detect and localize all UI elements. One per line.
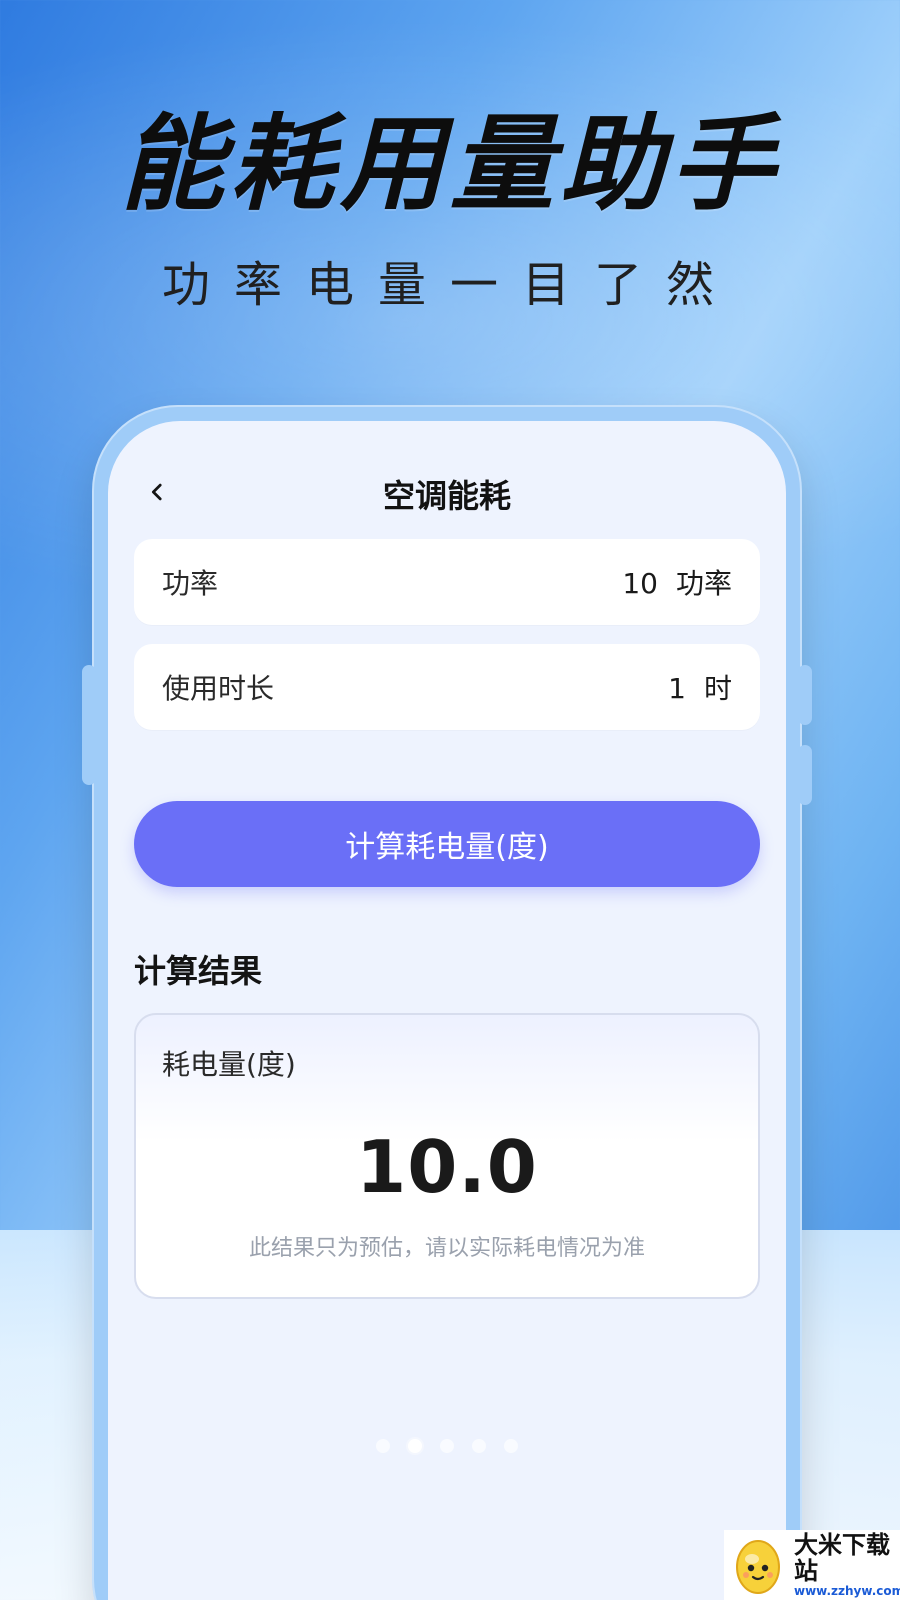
result-label: 耗电量(度) — [162, 1048, 296, 1081]
phone-screen: 空调能耗 功率 10 功率 使用时长 1时 计算耗电量(度) 计算结果 耗电量(度… — [108, 421, 786, 1600]
page-dot — [376, 1439, 390, 1453]
watermark-text: 大米下载站 www.zzhyw.com — [794, 1532, 900, 1598]
calculate-button[interactable]: 计算耗电量(度) — [134, 801, 760, 887]
duration-field-unit: 时 — [703, 672, 732, 705]
watermark-url: www.zzhyw.com — [794, 1583, 900, 1598]
site-watermark: 大米下载站 www.zzhyw.com — [724, 1530, 900, 1600]
page-title: 空调能耗 — [382, 477, 511, 515]
power-field-value[interactable]: 10 — [622, 567, 658, 600]
phone-side-button-right-bottom — [798, 745, 812, 805]
page-dot — [440, 1439, 454, 1453]
power-field-value-wrap: 10 功率 — [622, 562, 732, 602]
power-field-label: 功率 — [162, 567, 219, 600]
result-note: 此结果只为预估，请以实际耗电情况为准 — [248, 1236, 645, 1261]
page-dot — [472, 1439, 486, 1453]
result-value: 10.0 — [356, 1125, 538, 1209]
phone-mockup: 空调能耗 功率 10 功率 使用时长 1时 计算耗电量(度) 计算结果 耗电量(度… — [82, 405, 812, 1600]
top-nav: 空调能耗 — [108, 461, 786, 521]
page-dot — [504, 1439, 518, 1453]
duration-field-label: 使用时长 — [162, 672, 275, 705]
watermark-title: 大米下载站 — [794, 1531, 890, 1586]
hero-subtitle: 功率电量一目了然 — [161, 257, 738, 314]
power-field-unit: 功率 — [675, 567, 732, 600]
phone-side-button-right-top — [798, 665, 812, 725]
page-dot-active — [408, 1439, 422, 1453]
result-section-title: 计算结果 — [134, 952, 263, 990]
phone-side-button-left — [82, 665, 96, 785]
duration-field[interactable]: 使用时长 1时 — [134, 644, 760, 730]
egg-mascot-icon — [736, 1540, 780, 1594]
hero-title: 能耗用量助手 — [119, 103, 780, 225]
hero-banner: 能耗用量助手 功率电量一目了然 — [0, 103, 900, 315]
power-field[interactable]: 功率 10 功率 — [134, 539, 760, 625]
result-card: 耗电量(度) 10.0 此结果只为预估，请以实际耗电情况为准 — [134, 1013, 760, 1299]
duration-field-value-wrap: 1时 — [668, 667, 732, 707]
page-indicator — [108, 1439, 786, 1453]
duration-field-value[interactable]: 1 — [668, 672, 686, 705]
